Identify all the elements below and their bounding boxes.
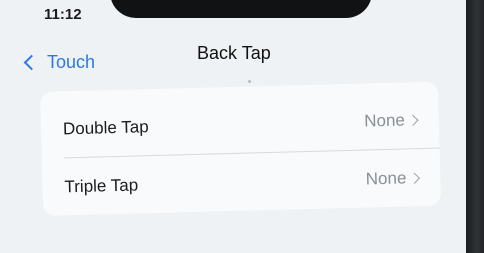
back-button[interactable]: Touch (23, 52, 96, 73)
phone-bezel (466, 0, 484, 253)
triple-tap-value: None (365, 168, 407, 189)
notch (110, 0, 372, 18)
settings-group: Double Tap None Triple Tap None (40, 81, 442, 216)
page-title: Back Tap (197, 43, 271, 63)
status-time: 11:12 (44, 6, 82, 23)
triple-tap-label: Triple Tap (64, 175, 139, 197)
double-tap-row[interactable]: Double Tap None (40, 92, 439, 158)
double-tap-value: None (363, 110, 406, 131)
phone-screen: 11:12 Touch Back Tap Double Tap None Tri… (0, 0, 470, 253)
triple-tap-row[interactable]: Triple Tap None (42, 150, 441, 216)
chevron-left-icon (23, 54, 40, 71)
chevron-right-icon (408, 172, 421, 184)
back-button-label: Touch (47, 52, 96, 72)
chevron-right-icon (407, 114, 419, 126)
camera-dot (248, 80, 251, 83)
double-tap-label: Double Tap (62, 117, 149, 139)
